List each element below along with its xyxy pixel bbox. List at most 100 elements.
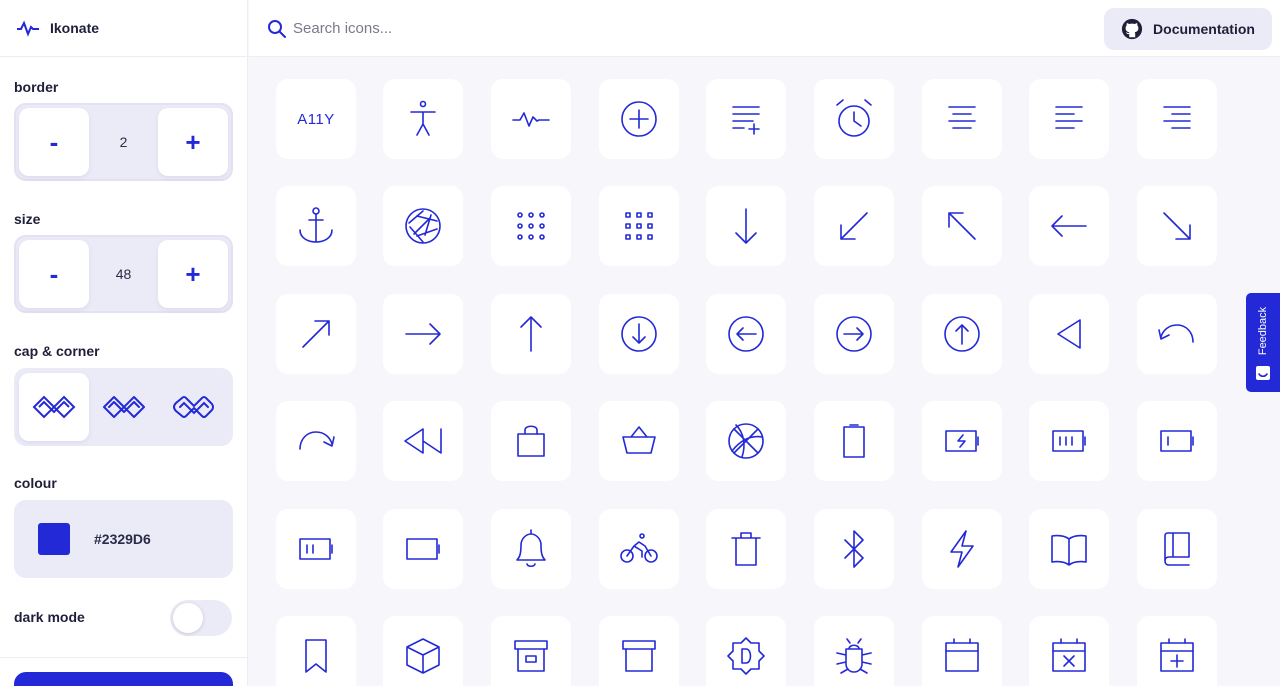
size-increase-button[interactable]: + [158, 240, 228, 308]
documentation-button[interactable]: Documentation [1104, 8, 1272, 50]
icon-tile[interactable] [1029, 294, 1109, 374]
border-value: 2 [119, 134, 128, 150]
icon-tile[interactable] [706, 509, 786, 589]
bug-icon [836, 638, 872, 674]
icon-tile[interactable] [491, 401, 571, 481]
battery-empty-icon [406, 538, 440, 560]
icon-tile[interactable] [814, 186, 894, 266]
icon-tile[interactable] [1137, 509, 1217, 589]
arrow-down-left-icon [840, 212, 868, 240]
arrow-up-left-icon [948, 212, 976, 240]
box-icon [406, 638, 440, 674]
search-input[interactable] [293, 14, 693, 42]
border-increase-button[interactable]: + [158, 108, 228, 176]
icon-tile[interactable] [706, 294, 786, 374]
rotate-right-icon [299, 431, 335, 450]
icon-tile[interactable] [814, 509, 894, 589]
feedback-label: Feedback [1257, 306, 1269, 356]
basket-icon [622, 426, 656, 454]
zigzag-round-icon [103, 396, 145, 418]
battery-25-icon [1160, 430, 1194, 452]
sidebar-divider [0, 657, 247, 658]
feedback-tab[interactable]: Feedback [1246, 293, 1280, 392]
dark-mode-toggle[interactable] [170, 600, 232, 636]
icon-tile[interactable] [276, 186, 356, 266]
battery-75-icon [1052, 430, 1086, 452]
icon-tile[interactable] [383, 616, 463, 686]
battery-charging-icon [945, 430, 979, 452]
colour-picker[interactable]: #2329D6 [14, 500, 233, 578]
icon-tile[interactable] [276, 401, 356, 481]
arrow-down-right-icon [1163, 212, 1191, 240]
icon-tile[interactable] [491, 79, 571, 159]
icon-tile[interactable] [599, 401, 679, 481]
icon-tile[interactable] [383, 79, 463, 159]
icon-tile[interactable] [922, 186, 1002, 266]
arrow-left-icon [1051, 215, 1087, 237]
icon-tile[interactable] [276, 616, 356, 686]
icon-tile[interactable] [922, 616, 1002, 686]
icon-tile[interactable] [1137, 616, 1217, 686]
icon-tile[interactable] [1029, 401, 1109, 481]
activity-logo-icon [17, 20, 39, 37]
icon-tile[interactable] [1137, 401, 1217, 481]
a11y-icon: A11Y [297, 111, 334, 128]
icon-tile[interactable] [491, 616, 571, 686]
icon-tile[interactable] [383, 509, 463, 589]
icon-tile[interactable] [599, 294, 679, 374]
icon-tile[interactable] [383, 294, 463, 374]
anchor-icon [299, 207, 333, 243]
documentation-label: Documentation [1153, 21, 1255, 37]
icon-tile[interactable] [706, 186, 786, 266]
download-button[interactable] [14, 672, 233, 686]
calendar-icon [945, 638, 979, 672]
icon-tile[interactable]: A11Y [276, 79, 356, 159]
icon-tile[interactable] [922, 294, 1002, 374]
icon-tile[interactable] [814, 401, 894, 481]
icon-tile[interactable] [922, 401, 1002, 481]
arrow-right-icon [405, 323, 441, 345]
zigzag-square-icon [172, 396, 214, 418]
icon-tile[interactable] [599, 79, 679, 159]
icon-tile[interactable] [1137, 294, 1217, 374]
icon-tile[interactable] [383, 186, 463, 266]
sidebar: Ikonate border - 2 + size - 48 + cap & c… [0, 0, 248, 686]
icon-tile[interactable] [922, 79, 1002, 159]
icon-tile[interactable] [491, 509, 571, 589]
icon-tile[interactable] [706, 79, 786, 159]
icon-tile[interactable] [706, 616, 786, 686]
border-decrease-button[interactable]: - [19, 108, 89, 176]
icon-tile[interactable] [814, 616, 894, 686]
logo[interactable]: Ikonate [0, 0, 247, 57]
icon-tile[interactable] [1137, 186, 1217, 266]
activity-icon [512, 112, 550, 127]
icon-tile[interactable] [491, 294, 571, 374]
icon-tile[interactable] [276, 509, 356, 589]
header: Documentation [249, 0, 1280, 57]
icon-tile[interactable] [599, 616, 679, 686]
battery-icon [843, 424, 865, 458]
icon-tile[interactable] [599, 509, 679, 589]
icon-tile[interactable] [383, 401, 463, 481]
cap-square-option[interactable] [159, 373, 229, 441]
apps-icon [517, 212, 545, 240]
icon-tile[interactable] [814, 79, 894, 159]
icon-tile[interactable] [706, 401, 786, 481]
book-opened-icon [1051, 534, 1087, 566]
icon-tile[interactable] [1029, 616, 1109, 686]
cap-round-option[interactable] [89, 373, 159, 441]
size-decrease-button[interactable]: - [19, 240, 89, 308]
align-left-icon [1055, 106, 1083, 129]
icon-tile[interactable] [1029, 79, 1109, 159]
bin-icon [731, 532, 761, 566]
cap-miter-option[interactable] [19, 373, 89, 441]
icon-tile[interactable] [1137, 79, 1217, 159]
colour-swatch[interactable] [38, 523, 70, 555]
icon-tile[interactable] [1029, 186, 1109, 266]
icon-tile[interactable] [276, 294, 356, 374]
icon-tile[interactable] [599, 186, 679, 266]
icon-tile[interactable] [1029, 509, 1109, 589]
icon-tile[interactable] [491, 186, 571, 266]
icon-tile[interactable] [922, 509, 1002, 589]
icon-tile[interactable] [814, 294, 894, 374]
